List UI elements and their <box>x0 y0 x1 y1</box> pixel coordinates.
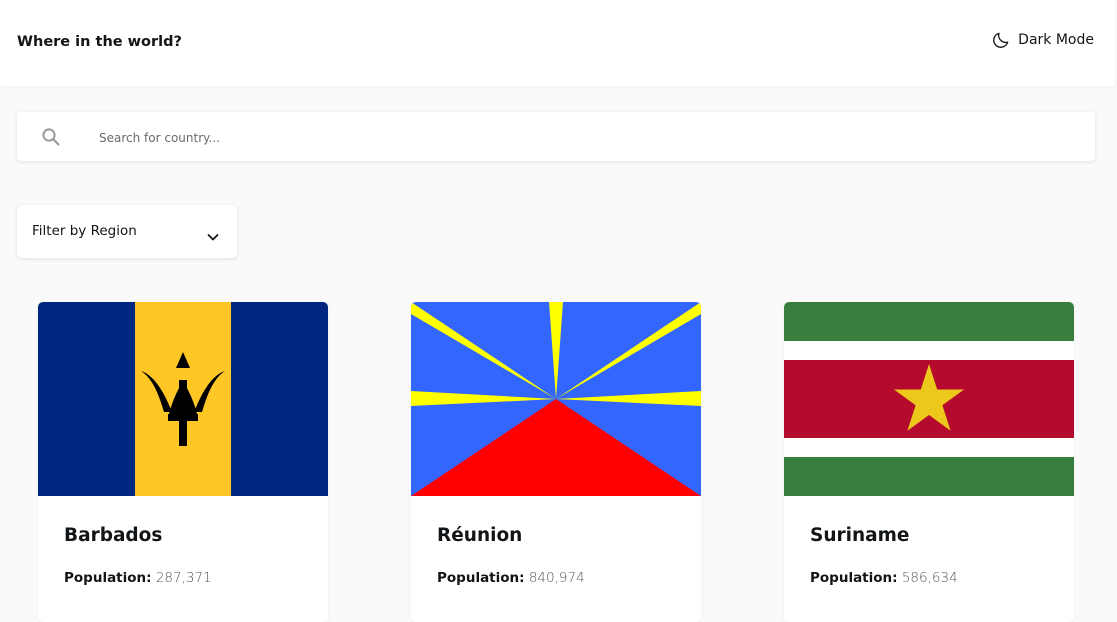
country-card-reunion[interactable]: Réunion Population: 840,974 <box>411 302 701 622</box>
region-filter-dropdown[interactable]: Filter by Region <box>17 205 237 258</box>
reunion-flag <box>411 302 701 496</box>
dark-mode-label: Dark Mode <box>1018 32 1094 48</box>
population-label: Population: <box>437 570 525 586</box>
country-name: Suriname <box>810 525 910 546</box>
app-header: Where in the world? Dark Mode <box>0 0 1115 86</box>
search-input[interactable] <box>97 112 1061 163</box>
barbados-flag <box>38 302 328 496</box>
population-stat: Population: 287,371 <box>64 569 212 587</box>
country-name: Réunion <box>437 525 523 546</box>
population-stat: Population: 840,974 <box>437 569 585 587</box>
region-filter-label: Filter by Region <box>32 223 137 239</box>
population-value: 840,974 <box>528 570 585 586</box>
app-title: Where in the world? <box>17 34 182 50</box>
search-icon <box>41 127 61 151</box>
moon-icon <box>991 30 1011 50</box>
country-card-suriname[interactable]: Suriname Population: 586,634 <box>784 302 1074 622</box>
population-label: Population: <box>810 570 898 586</box>
population-stat: Population: 586,634 <box>810 569 958 587</box>
suriname-flag <box>784 302 1074 496</box>
chevron-down-icon <box>207 227 219 246</box>
population-value: 287,371 <box>155 570 212 586</box>
dark-mode-toggle[interactable]: Dark Mode <box>991 30 1094 50</box>
population-value: 586,634 <box>901 570 958 586</box>
population-label: Population: <box>64 570 152 586</box>
country-card-barbados[interactable]: Barbados Population: 287,371 <box>38 302 328 622</box>
country-name: Barbados <box>64 525 163 546</box>
search-bar[interactable] <box>17 112 1095 163</box>
